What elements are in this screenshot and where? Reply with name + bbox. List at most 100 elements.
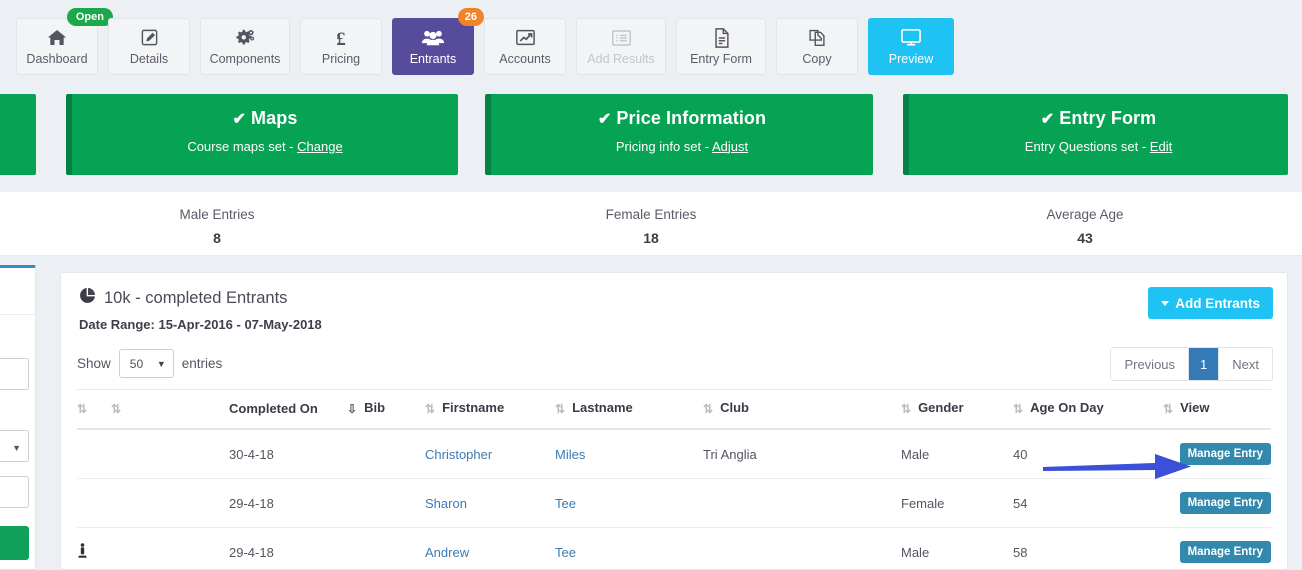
- pagination-previous[interactable]: Previous: [1111, 348, 1190, 380]
- pagination-next[interactable]: Next: [1219, 348, 1272, 380]
- cell-blank: [111, 429, 229, 479]
- nav-tab-accounts[interactable]: Accounts: [484, 18, 566, 75]
- stat-average-age: Average Age 43: [868, 192, 1302, 255]
- filter-submit-button[interactable]: [0, 526, 29, 560]
- stat-label: Female Entries: [605, 207, 697, 222]
- card-header: 10k - completed Entrants Date Range: 15-…: [61, 273, 1287, 341]
- stat-value: 18: [643, 230, 659, 246]
- filter-text-input-1[interactable]: [0, 358, 29, 390]
- col-label: Firstname: [442, 400, 505, 415]
- manage-entry-button[interactable]: Manage Entry: [1179, 541, 1271, 563]
- nav-tab-label: Details: [129, 51, 169, 66]
- status-banner-row: ✔ Maps Course maps set - Change ✔ Price In…: [0, 94, 1302, 177]
- status-banner-maps[interactable]: ✔ Maps Course maps set - Change: [66, 94, 458, 175]
- manage-entry-button[interactable]: Manage Entry: [1179, 492, 1271, 514]
- entries-label: entries: [181, 356, 223, 371]
- pie-chart-icon: [79, 287, 96, 310]
- col-label: Gender: [918, 400, 964, 415]
- entrant-lastname-link[interactable]: Miles: [555, 447, 585, 462]
- banner-link-change[interactable]: Change: [297, 139, 343, 154]
- entrant-firstname-link[interactable]: Andrew: [425, 545, 469, 560]
- nav-tab-label: Components: [209, 51, 281, 66]
- cell-club: [703, 527, 901, 570]
- cell-club: Tri Anglia: [703, 429, 901, 479]
- col-header-age-on-day[interactable]: ⇅ Age On Day: [1013, 389, 1163, 430]
- col-label: Bib: [364, 400, 386, 415]
- nav-tab-label: Entrants: [409, 51, 457, 66]
- nav-tab-components[interactable]: Components: [200, 18, 290, 75]
- cell-firstname: Andrew: [425, 527, 555, 570]
- col-label: Completed On: [229, 400, 318, 416]
- sort-icon: ⇅: [901, 402, 912, 416]
- entrant-lastname-link[interactable]: Tee: [555, 545, 576, 560]
- col-header-icon[interactable]: ⇅: [77, 389, 111, 430]
- stat-label: Average Age: [1046, 207, 1124, 222]
- edit-icon: [140, 28, 159, 48]
- left-filter-panel: ▼: [0, 265, 36, 570]
- nav-tab-copy[interactable]: Copy: [776, 18, 858, 75]
- copy-icon: [807, 28, 827, 48]
- page-size-select[interactable]: 50 ▼: [118, 349, 174, 378]
- cell-blank: [111, 478, 229, 528]
- entrant-firstname-link[interactable]: Christopher: [425, 447, 492, 462]
- cell-bib: [347, 429, 425, 479]
- table-controls: Show 50 ▼ entries Previous 1 Next: [61, 341, 1287, 389]
- show-entries-control: Show 50 ▼ entries: [77, 349, 222, 378]
- col-header-firstname[interactable]: ⇅ Firstname: [425, 389, 555, 430]
- nav-tab-pricing[interactable]: £ Pricing: [300, 18, 382, 75]
- cell-age-on-day: 54: [1013, 478, 1163, 528]
- sort-icon: ⇅: [1013, 402, 1024, 416]
- sort-icon: ⇅: [703, 402, 714, 416]
- nav-tab-preview[interactable]: Preview: [868, 18, 954, 75]
- divider: [0, 314, 35, 315]
- nav-tab-entry-form[interactable]: Entry Form: [676, 18, 766, 75]
- sort-icon: ⇅: [1163, 402, 1174, 416]
- col-header-blank[interactable]: ⇅: [111, 389, 229, 430]
- stat-value: 43: [1077, 230, 1093, 246]
- filter-text-input-2[interactable]: [0, 476, 29, 508]
- nav-tab-label: Dashboard: [26, 51, 88, 66]
- col-header-club[interactable]: ⇅ Club: [703, 389, 901, 430]
- banner-link-adjust[interactable]: Adjust: [712, 139, 748, 154]
- col-header-gender[interactable]: ⇅ Gender: [901, 389, 1013, 430]
- col-label: Lastname: [572, 400, 633, 415]
- stat-male-entries: Male Entries 8: [0, 192, 434, 255]
- entrants-table: ⇅ ⇅ Completed On ⇩ Bib ⇅ Firstname ⇅ Las…: [77, 389, 1271, 570]
- status-banner-price-information[interactable]: ✔ Price Information Pricing info set - Ad…: [485, 94, 873, 175]
- nav-tab-details[interactable]: Details: [108, 18, 190, 75]
- table-row: 30-4-18 Christopher Miles Tri Anglia Mal…: [77, 429, 1271, 479]
- entrant-firstname-link[interactable]: Sharon: [425, 496, 467, 511]
- add-entrants-button[interactable]: Add Entrants: [1148, 287, 1273, 319]
- summary-stats: Male Entries 8 Female Entries 18 Average…: [0, 192, 1302, 256]
- card-title-text: 10k - completed Entrants: [104, 288, 288, 307]
- gears-icon: [235, 28, 256, 48]
- banner-link-edit[interactable]: Edit: [1150, 139, 1172, 154]
- table-head: ⇅ ⇅ Completed On ⇩ Bib ⇅ Firstname ⇅ Las…: [77, 389, 1271, 430]
- cell-bib: [347, 527, 425, 570]
- runner-icon: [77, 542, 88, 562]
- users-icon: [421, 28, 445, 48]
- status-banner-entry-form[interactable]: ✔ Entry Form Entry Questions set - Edit: [903, 94, 1288, 175]
- col-header-view[interactable]: ⇅ View: [1163, 389, 1271, 430]
- stat-label: Male Entries: [179, 207, 255, 222]
- banner-title: ✔ Maps: [232, 108, 298, 128]
- nav-tab-add-results[interactable]: Add Results: [576, 18, 666, 75]
- list-icon: [611, 28, 632, 48]
- manage-entry-button[interactable]: Manage Entry: [1179, 443, 1271, 465]
- filter-select[interactable]: ▼: [0, 430, 29, 462]
- stat-value: 8: [213, 230, 221, 246]
- table-header-row: ⇅ ⇅ Completed On ⇩ Bib ⇅ Firstname ⇅ Las…: [77, 389, 1271, 430]
- status-banner-partial[interactable]: [0, 94, 36, 175]
- pagination-page-1[interactable]: 1: [1189, 348, 1220, 380]
- nav-tab-dashboard[interactable]: Open Dashboard: [16, 8, 113, 75]
- col-header-lastname[interactable]: ⇅ Lastname: [555, 389, 703, 430]
- entrant-lastname-link[interactable]: Tee: [555, 496, 576, 511]
- col-header-bib[interactable]: ⇩ Bib: [347, 389, 425, 430]
- cell-lastname: Tee: [555, 478, 703, 528]
- caret-down-icon: [1161, 300, 1170, 306]
- nav-tab-label: Add Results: [587, 51, 655, 66]
- nav-tab-entrants[interactable]: 26 Entrants: [392, 8, 484, 75]
- col-header-completed-on[interactable]: Completed On: [229, 389, 347, 430]
- cell-completed-on: 29-4-18: [229, 527, 347, 570]
- check-icon: ✔: [597, 111, 612, 128]
